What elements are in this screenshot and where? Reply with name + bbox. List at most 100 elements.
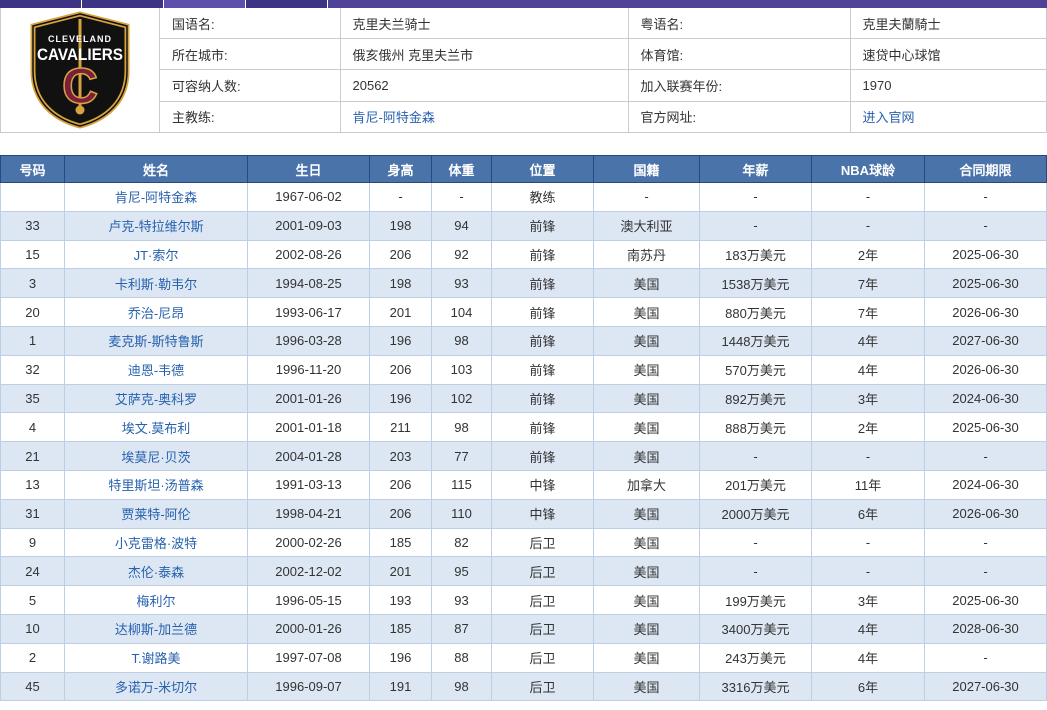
head-coach-link[interactable]: 肯尼-阿特金森 [340,101,628,132]
cell-name[interactable]: 艾萨克-奥科罗 [65,385,248,414]
cell-birthday: 2004-01-28 [248,442,370,471]
cell-name[interactable]: 迪恩-韦德 [65,356,248,385]
cell-nationality: 加拿大 [594,471,700,500]
official-site-link[interactable]: 进入官网 [850,101,1046,132]
nav-tab-4[interactable] [246,0,327,8]
cell-contract: 2027-06-30 [925,673,1047,702]
cell-name[interactable]: 乔治-尼昂 [65,298,248,327]
cell-number: 35 [0,385,65,414]
table-row: 9小克雷格·波特2000-02-2618582后卫美国--- [0,529,1047,558]
cell-salary: 570万美元 [700,356,812,385]
cell-birthday: 1994-08-25 [248,269,370,298]
cell-position: 后卫 [492,586,594,615]
cell-salary: - [700,529,812,558]
cell-number: 10 [0,615,65,644]
info-label: 加入联赛年份: [628,70,850,101]
cell-nationality: 美国 [594,615,700,644]
cell-weight: 95 [432,557,492,586]
cell-name[interactable]: 埃莫尼·贝茨 [65,442,248,471]
cell-name[interactable]: 卢克-特拉维尔斯 [65,212,248,241]
column-header-birthday: 生日 [248,155,370,183]
cell-name[interactable]: 麦克斯-斯特鲁斯 [65,327,248,356]
cell-position: 中锋 [492,500,594,529]
cell-height: 198 [370,269,432,298]
info-label: 粤语名: [628,8,850,39]
cell-name[interactable]: 小克雷格·波特 [65,529,248,558]
cell-number: 31 [0,500,65,529]
cell-height: - [370,183,432,212]
cell-name[interactable]: JT·索尔 [65,241,248,270]
cell-name[interactable]: 肯尼-阿特金森 [65,183,248,212]
cell-nationality: 美国 [594,269,700,298]
cell-birthday: 2000-01-26 [248,615,370,644]
info-label: 官方网址: [628,101,850,132]
cell-contract: 2024-06-30 [925,385,1047,414]
table-row: 31贾莱特-阿伦1998-04-21206110中锋美国2000万美元6年202… [0,500,1047,529]
cell-nationality: 澳大利亚 [594,212,700,241]
cell-weight: 102 [432,385,492,414]
cell-nba-age: - [812,557,925,586]
cell-name[interactable]: 贾莱特-阿伦 [65,500,248,529]
cell-name[interactable]: 梅利尔 [65,586,248,615]
cell-contract: 2027-06-30 [925,327,1047,356]
cell-name[interactable]: 埃文.莫布利 [65,413,248,442]
cell-salary: - [700,212,812,241]
cell-name[interactable]: 达柳斯-加兰德 [65,615,248,644]
info-label: 国语名: [160,8,340,39]
cell-nba-age: 6年 [812,673,925,702]
nav-tab-3-active[interactable] [164,0,245,8]
cell-nba-age: 4年 [812,327,925,356]
cell-name[interactable]: T.谢路美 [65,644,248,673]
team-info-table: 国语名: 克里夫兰骑士 粤语名: 克里夫蘭騎士 所在城市: 俄亥俄州 克里夫兰市… [160,8,1046,132]
cell-birthday: 1997-07-08 [248,644,370,673]
cell-birthday: 1996-05-15 [248,586,370,615]
nav-tab-1[interactable] [0,0,81,8]
cell-contract: - [925,183,1047,212]
info-value-capacity: 20562 [340,70,628,101]
table-row: 2T.谢路美1997-07-0819688后卫美国243万美元4年- [0,644,1047,673]
cell-weight: 77 [432,442,492,471]
cell-nba-age: 3年 [812,586,925,615]
cell-nba-age: 11年 [812,471,925,500]
cell-salary: - [700,183,812,212]
cell-position: 后卫 [492,557,594,586]
cell-number: 1 [0,327,65,356]
cell-salary: - [700,442,812,471]
cell-weight: 98 [432,673,492,702]
cell-nba-age: 7年 [812,269,925,298]
cell-nba-age: - [812,212,925,241]
cell-weight: 82 [432,529,492,558]
cell-name[interactable]: 多诺万-米切尔 [65,673,248,702]
cell-name[interactable]: 卡利斯·勒韦尔 [65,269,248,298]
cell-weight: 87 [432,615,492,644]
cell-salary: 880万美元 [700,298,812,327]
cell-contract: - [925,442,1047,471]
cell-contract: - [925,529,1047,558]
cell-weight: 92 [432,241,492,270]
cell-nationality: 美国 [594,385,700,414]
cell-salary: 199万美元 [700,586,812,615]
cell-height: 206 [370,241,432,270]
column-header-number: 号码 [0,155,65,183]
cell-birthday: 2002-12-02 [248,557,370,586]
cell-nationality: 美国 [594,529,700,558]
cell-height: 193 [370,586,432,615]
cell-weight: 98 [432,327,492,356]
nav-tab-2[interactable] [82,0,163,8]
cell-contract: 2025-06-30 [925,413,1047,442]
cell-name[interactable]: 特里斯坦·汤普森 [65,471,248,500]
cell-name[interactable]: 杰伦·泰森 [65,557,248,586]
cell-birthday: 1996-09-07 [248,673,370,702]
cell-number: 15 [0,241,65,270]
cell-nationality: 美国 [594,356,700,385]
table-row: 肯尼-阿特金森1967-06-02--教练---- [0,183,1047,212]
cell-salary: 1538万美元 [700,269,812,298]
cell-height: 211 [370,413,432,442]
column-header-nationality: 国籍 [594,155,700,183]
cell-number: 2 [0,644,65,673]
cell-position: 后卫 [492,529,594,558]
cell-nba-age: - [812,442,925,471]
table-row: 24杰伦·泰森2002-12-0220195后卫美国--- [0,557,1047,586]
cell-number: 20 [0,298,65,327]
cell-salary: 3316万美元 [700,673,812,702]
